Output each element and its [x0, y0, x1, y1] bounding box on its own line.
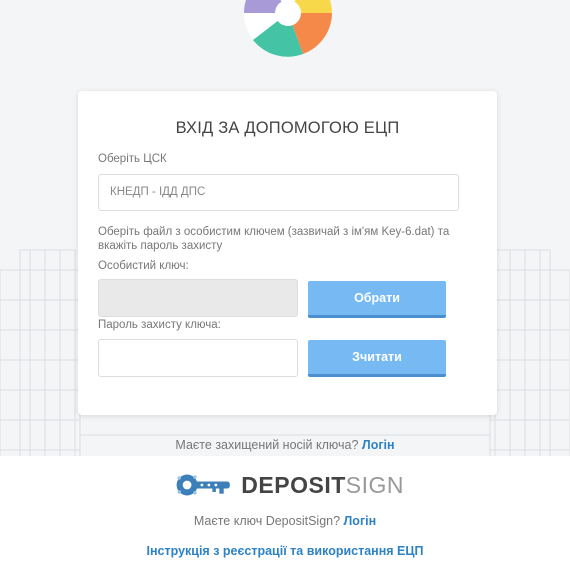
key-hint-text: Оберіть файл з особистим ключем (зазвича…	[98, 226, 450, 252]
key-label: Особистий ключ:	[98, 260, 189, 272]
secure-media-text: Маєте захищений носій ключа?	[175, 438, 359, 452]
read-key-button[interactable]: Зчитати	[308, 340, 446, 377]
aperture-logo-icon	[244, 0, 332, 57]
login-card: ВХІД ЗА ДОПОМОГОЮ ЕЦП Оберіть ЦСК КНЕДП …	[78, 91, 497, 415]
depositsign-wordmark: DEPOSITSIGN	[241, 472, 404, 498]
depositsign-key-icon	[176, 474, 230, 496]
secure-media-login-link[interactable]: Логін	[362, 438, 395, 452]
provider-select[interactable]: КНЕДП - ІДД ДПС	[98, 174, 459, 211]
depositsign-line: Маєте ключ DepositSign? Логін	[0, 514, 570, 528]
secure-media-line: Маєте захищений носій ключа? Логін	[0, 438, 570, 452]
instructions-link[interactable]: Інструкція з реєстрації та використання …	[147, 544, 424, 558]
provider-label: Оберіть ЦСК	[98, 153, 167, 165]
pick-file-button[interactable]: Обрати	[308, 281, 446, 318]
password-input[interactable]	[98, 339, 298, 377]
password-label: Пароль захисту ключа:	[98, 319, 221, 331]
key-file-field[interactable]	[98, 279, 298, 317]
depositsign-login-link[interactable]: Логін	[344, 514, 377, 528]
card-title: ВХІД ЗА ДОПОМОГОЮ ЕЦП	[175, 119, 400, 137]
instructions-line: Інструкція з реєстрації та використання …	[0, 544, 570, 558]
depositsign-text: Маєте ключ DepositSign?	[193, 514, 341, 528]
depositsign-logo: DEPOSITSIGN	[174, 468, 404, 502]
